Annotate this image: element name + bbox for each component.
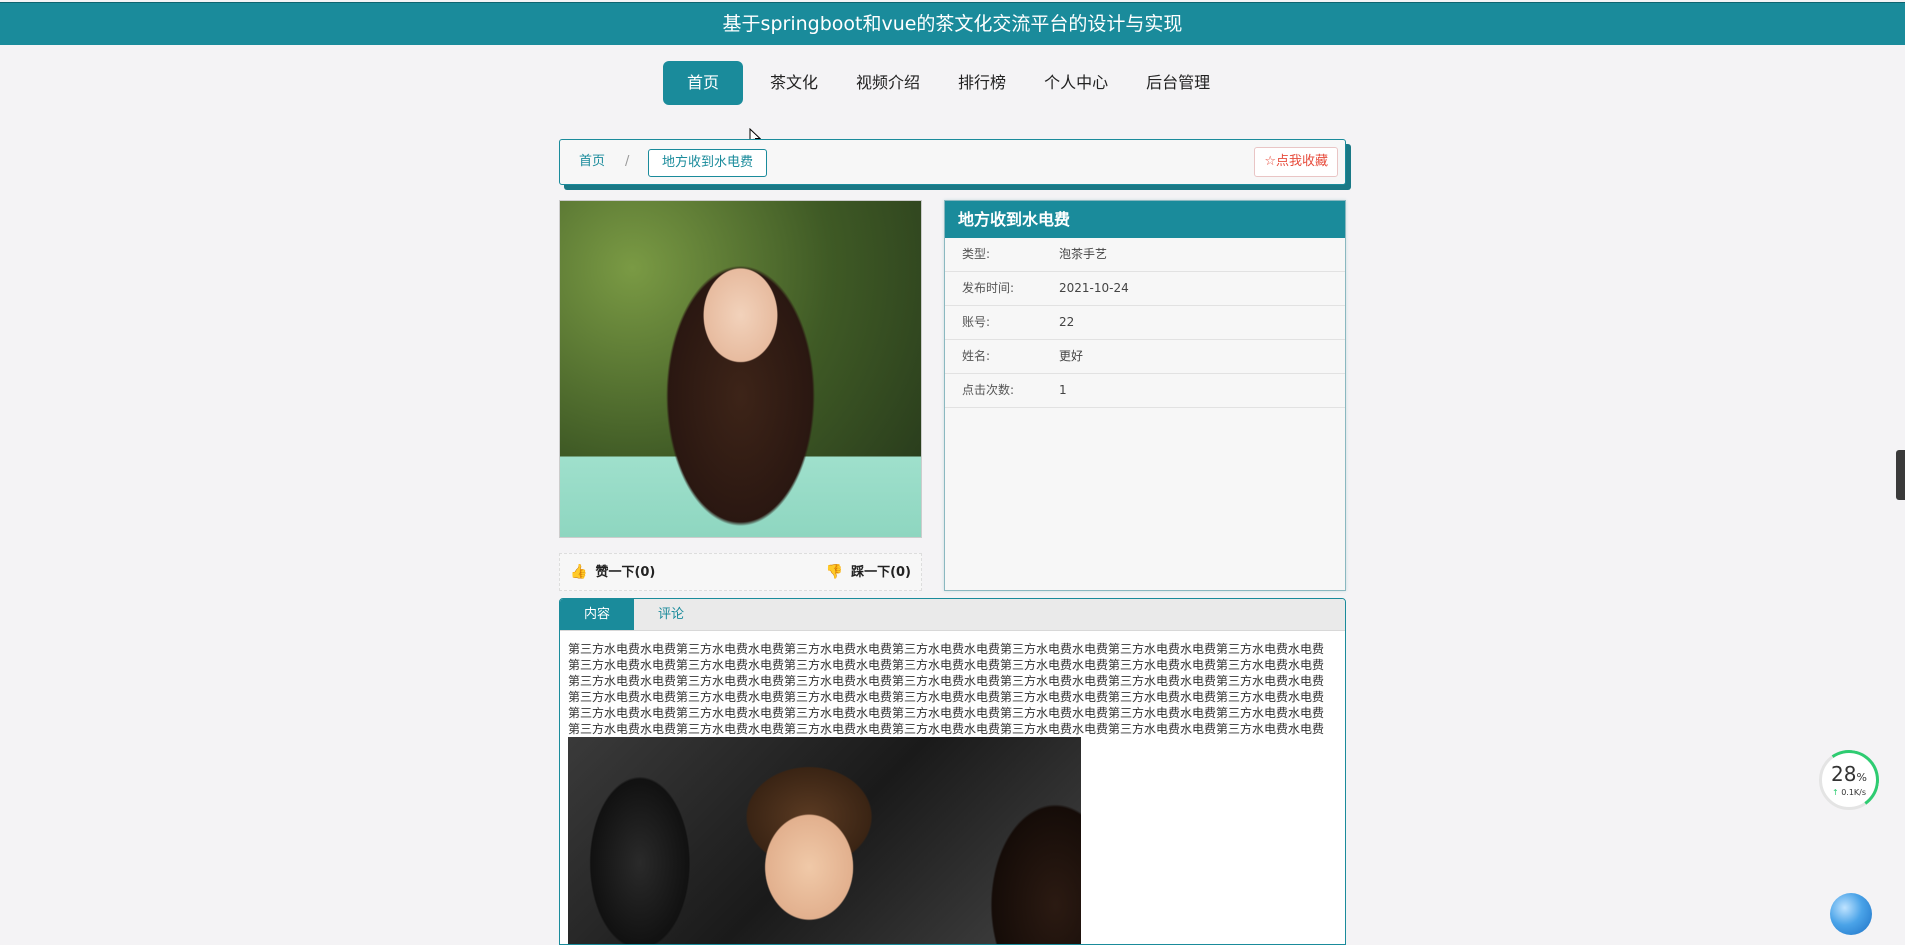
info-key: 点击次数: — [962, 383, 1015, 397]
article-cover-image — [559, 200, 922, 538]
info-row-account: 账号: 22 — [945, 306, 1345, 340]
app-header: 基于springboot和vue的茶文化交流平台的设计与实现 — [0, 2, 1905, 45]
tab-comments[interactable]: 评论 — [634, 599, 708, 630]
info-title: 地方收到水电费 — [945, 201, 1345, 238]
nav-item-home[interactable]: 首页 — [663, 61, 744, 105]
nav-item-admin[interactable]: 后台管理 — [1135, 61, 1221, 105]
info-row-type: 类型: 泡茶手艺 — [945, 238, 1345, 272]
info-row-publish-time: 发布时间: 2021-10-24 — [945, 272, 1345, 306]
info-row-clicks: 点击次数: 1 — [945, 374, 1345, 408]
favorite-button[interactable]: ☆点我收藏 — [1254, 147, 1338, 177]
nav-item-tea-culture[interactable]: 茶文化 — [759, 61, 829, 105]
info-key: 发布时间: — [962, 281, 1015, 295]
tab-content[interactable]: 内容 — [560, 599, 635, 630]
vote-bar: 👍 赞一下(0) 👎 踩一下(0) — [559, 553, 922, 591]
upload-arrow-icon: ↑ — [1831, 788, 1839, 797]
thumbs-up-icon: 👍 — [570, 564, 588, 580]
article-body-image — [568, 737, 1081, 944]
assistant-ball-icon[interactable] — [1830, 893, 1872, 935]
speed-rate-value: 0.1K/s — [1841, 788, 1867, 797]
breadcrumb-separator: / — [625, 154, 630, 169]
info-value: 22 — [1059, 315, 1075, 329]
nav-item-videos[interactable]: 视频介绍 — [845, 61, 931, 105]
like-button[interactable]: 👍 赞一下(0) — [570, 554, 655, 591]
dislike-label: 踩一下(0) — [851, 565, 911, 580]
speed-rate: ↑ 0.1K/s — [1822, 788, 1876, 797]
info-value: 泡茶手艺 — [1059, 247, 1108, 261]
thumbs-down-icon: 👎 — [825, 564, 844, 580]
info-key: 姓名: — [962, 349, 991, 363]
nav-item-personal-center[interactable]: 个人中心 — [1033, 61, 1119, 105]
info-value: 2021-10-24 — [1059, 281, 1129, 295]
like-label: 赞一下(0) — [595, 565, 656, 580]
info-value: 1 — [1059, 383, 1067, 397]
breadcrumb-current[interactable]: 地方收到水电费 — [648, 149, 768, 177]
nav-item-ranking[interactable]: 排行榜 — [947, 61, 1017, 105]
breadcrumb: 首页 / 地方收到水电费 ☆点我收藏 — [559, 139, 1346, 185]
info-key: 类型: — [962, 247, 991, 261]
info-value: 更好 — [1059, 349, 1084, 363]
breadcrumb-home-link[interactable]: 首页 — [579, 140, 605, 184]
speed-percent-unit: % — [1856, 771, 1867, 784]
network-speed-widget[interactable]: 28% ↑ 0.1K/s — [1819, 750, 1879, 810]
speed-percent: 28% — [1822, 763, 1876, 789]
dislike-button[interactable]: 👎 踩一下(0) — [826, 554, 911, 591]
tab-bar: 内容 评论 — [560, 599, 1345, 631]
speed-percent-value: 28 — [1831, 762, 1857, 786]
side-drawer-handle[interactable] — [1896, 450, 1905, 500]
info-key: 账号: — [962, 315, 991, 329]
info-panel: 地方收到水电费 类型: 泡茶手艺 发布时间: 2021-10-24 账号: 22… — [944, 200, 1346, 591]
app-title: 基于springboot和vue的茶文化交流平台的设计与实现 — [722, 13, 1183, 35]
info-row-name: 姓名: 更好 — [945, 340, 1345, 374]
main-nav: 首页 茶文化 视频介绍 排行榜 个人中心 后台管理 — [663, 61, 1237, 105]
content-tab-panel: 内容 评论 第三方水电费水电费第三方水电费水电费第三方水电费水电费第三方水电费水… — [559, 598, 1346, 945]
